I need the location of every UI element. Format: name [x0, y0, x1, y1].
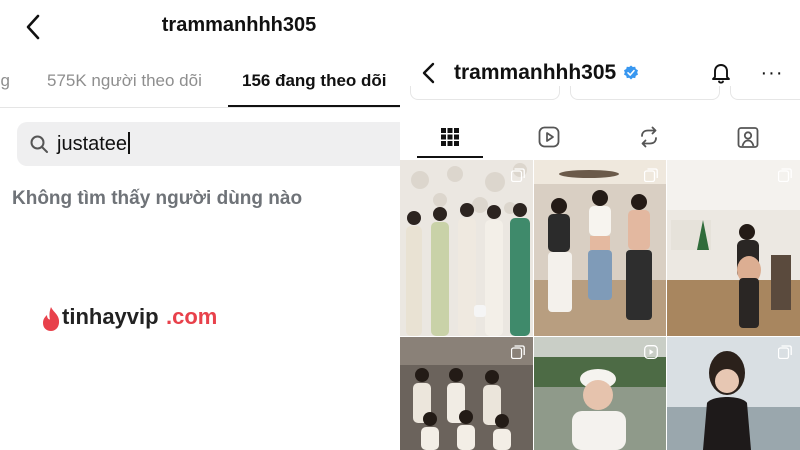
reels-icon[interactable] — [537, 124, 561, 150]
photo — [400, 160, 533, 336]
tab-followers[interactable]: 575K người theo dõi — [47, 71, 202, 91]
active-tab-indicator — [228, 105, 400, 107]
post-thumbnail[interactable] — [667, 337, 800, 450]
profile-action-button[interactable] — [730, 86, 800, 100]
following-list-panel: trammanhhh305 ng 575K người theo dõi 156… — [0, 0, 400, 450]
reel-icon — [644, 345, 658, 359]
more-options-icon[interactable]: ··· — [760, 60, 784, 86]
profile-username: trammanhhh305 — [454, 61, 617, 84]
profile-action-button[interactable] — [570, 86, 720, 100]
post-thumbnail[interactable] — [534, 160, 666, 336]
verified-badge-icon — [624, 65, 638, 80]
search-icon — [30, 135, 48, 153]
notification-bell-icon[interactable] — [709, 60, 733, 86]
photo — [534, 160, 666, 336]
profile-action-button[interactable] — [410, 86, 560, 100]
photo — [667, 160, 800, 336]
watermark-brand: tinhayvip — [62, 304, 159, 329]
watermark-domain: .com — [166, 304, 218, 329]
post-thumbnail[interactable] — [667, 160, 800, 336]
profile-username-title: trammanhhh305 — [161, 14, 317, 36]
carousel-icon — [778, 168, 792, 182]
post-thumbnail[interactable] — [400, 160, 533, 336]
profile-panel: trammanhhh305 ··· — [400, 0, 800, 450]
content-tabs — [400, 118, 800, 158]
tagged-icon[interactable] — [736, 124, 760, 150]
grid-icon[interactable] — [438, 124, 462, 150]
no-results-message: Không tìm thấy người dùng nào — [12, 188, 303, 209]
post-thumbnail[interactable] — [534, 337, 666, 450]
carousel-icon — [644, 168, 658, 182]
back-icon[interactable] — [420, 60, 438, 86]
carousel-icon — [511, 345, 525, 359]
post-thumbnail[interactable] — [400, 337, 533, 450]
carousel-icon — [778, 345, 792, 359]
search-value: justatee — [57, 132, 131, 156]
tab-following[interactable]: 156 đang theo dõi — [242, 71, 387, 91]
active-tab-indicator — [417, 156, 483, 158]
flame-icon — [43, 307, 60, 331]
search-input[interactable]: justatee — [17, 122, 400, 166]
follow-tabs: ng 575K người theo dõi 156 đang theo dõi — [0, 62, 400, 108]
text-caret — [128, 132, 131, 154]
tab-partial[interactable]: ng — [0, 71, 10, 91]
carousel-icon — [511, 168, 525, 182]
reposts-icon[interactable] — [637, 124, 661, 150]
